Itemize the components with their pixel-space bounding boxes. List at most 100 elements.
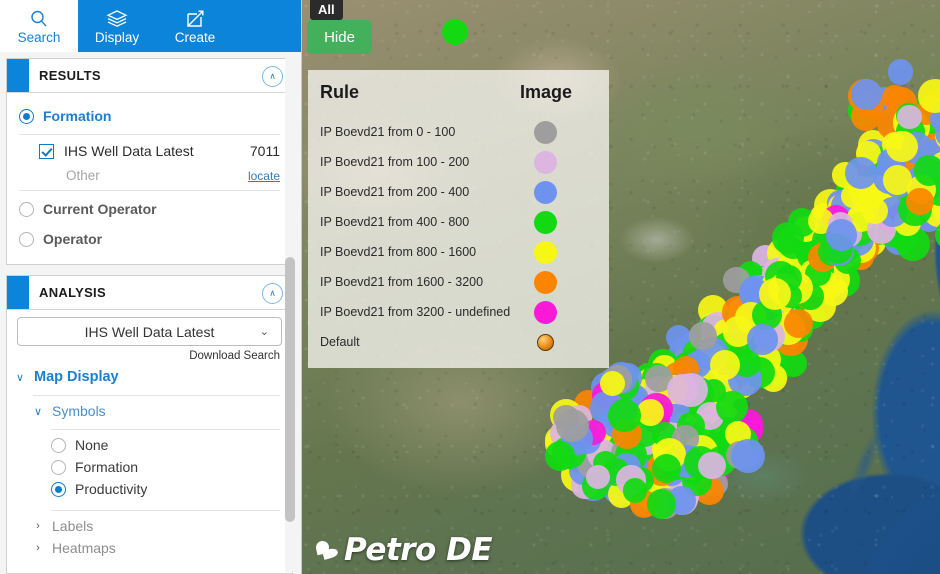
well-symbol[interactable] [861,198,888,225]
legend-image-cell [525,270,565,294]
well-symbol[interactable] [771,222,804,255]
well-symbol[interactable] [646,489,677,519]
symbols-bottom-divider [51,510,280,511]
radio-current-operator[interactable] [19,201,34,217]
sidebar-scrollbar-thumb[interactable] [285,257,295,522]
radio-symbol-none[interactable] [51,437,66,453]
locate-link[interactable]: locate [248,169,280,183]
legend-rule-text: IP Boevd21 from 800 - 1600 [320,245,477,259]
symbol-option-formation[interactable]: Formation [7,456,292,478]
well-symbol[interactable] [622,478,648,503]
legend-image-cell [525,333,565,351]
analysis-collapse-button[interactable]: ∧ [262,283,283,304]
well-symbol[interactable] [637,399,664,426]
legend-rule-text: IP Boevd21 from 3200 - undefined [320,305,511,319]
well-symbol[interactable] [758,277,792,310]
tree-symbols[interactable]: ∨ Symbols [7,399,292,423]
well-symbol[interactable] [747,324,778,355]
symbol-option-productivity-label: Productivity [75,481,148,497]
analysis-card-header: ANALYSIS ∧ [7,276,292,310]
download-search-link[interactable]: Download Search [7,346,292,362]
well-symbol[interactable] [608,399,641,432]
well-symbol[interactable] [544,440,575,471]
dataset-checkbox[interactable] [39,143,54,159]
well-symbol[interactable] [442,19,468,45]
map-display-divider [33,395,280,396]
legend-row: IP Boevd21 from 400 - 800 [320,207,593,237]
well-symbol[interactable] [666,373,698,405]
results-card-header: RESULTS ∧ [7,59,292,93]
legend-rule-text: Default [320,335,360,349]
well-symbol[interactable] [698,451,726,480]
well-symbol[interactable] [913,154,940,186]
legend-image-cell [525,210,565,234]
legend-swatch-icon [536,333,554,351]
sidebar-scrollbar-track[interactable] [285,52,299,572]
nav-search-label: Search [17,29,61,45]
well-symbol[interactable] [882,164,913,195]
legend-rows: IP Boevd21 from 0 - 100 IP Boevd21 from 1… [320,117,593,357]
legend-rule-text: IP Boevd21 from 0 - 100 [320,125,456,139]
map-canvas[interactable]: Rule Image IP Boevd21 from 0 - 100 IP Boe… [302,0,940,574]
symbol-option-productivity[interactable]: Productivity [7,478,292,500]
tree-heatmaps[interactable]: › Heatmaps [7,537,292,559]
legend-row: IP Boevd21 from 1600 - 3200 [320,267,593,297]
results-collapse-button[interactable]: ∧ [262,66,283,87]
radio-formation[interactable] [19,108,34,124]
well-symbol[interactable] [887,59,914,85]
legend-rule-text: IP Boevd21 from 400 - 800 [320,215,470,229]
legend-swatch-icon [533,120,557,144]
analysis-dataset-value: IHS Well Data Latest [84,323,215,340]
radio-symbol-formation[interactable] [51,459,66,475]
dataset-other-label: Other [66,168,100,183]
well-symbol[interactable] [730,438,765,473]
well-symbol[interactable] [689,322,717,350]
tree-map-display[interactable]: ∨ Map Display [7,362,292,390]
tree-map-display-label: Map Display [34,369,119,385]
nav-create-label: Create [174,29,216,45]
legend-image-cell [525,300,565,324]
results-title: RESULTS [39,68,101,83]
dataset-count: 7011 [249,143,280,159]
well-symbol[interactable] [783,308,814,339]
legend-image-cell [525,120,565,144]
all-layers-tab[interactable]: All [310,0,343,20]
analysis-accent-tag [7,276,29,309]
well-symbol[interactable] [599,370,625,396]
dataset-row[interactable]: IHS Well Data Latest 7011 [19,138,280,164]
nav-search[interactable]: Search [0,0,78,52]
well-symbol[interactable] [715,390,748,424]
well-symbol[interactable] [825,219,857,251]
analysis-title: ANALYSIS [39,285,106,300]
symbol-option-none[interactable]: None [7,434,292,456]
radio-operator[interactable] [19,231,34,247]
results-group-formation[interactable]: Formation [19,101,280,131]
petrode-logo: Petro DE [314,532,493,568]
results-divider-2 [19,190,280,191]
petrode-wordmark: Petro DE [344,532,493,568]
well-symbol[interactable] [897,104,922,130]
well-symbol[interactable] [845,157,877,189]
legend-image-cell [525,150,565,174]
top-navigation: Search Display Create [0,0,301,52]
results-group-operator[interactable]: Operator [19,224,280,254]
chevron-down-icon: ∨ [15,371,25,384]
well-symbol[interactable] [885,130,918,163]
legend-row: IP Boevd21 from 100 - 200 [320,147,593,177]
chevron-down-icon: ∨ [33,405,43,418]
well-symbol[interactable] [905,187,934,216]
hide-button[interactable]: Hide [307,20,372,54]
well-symbol[interactable] [585,464,611,490]
legend-swatch-icon [533,240,557,264]
radio-symbol-productivity[interactable] [51,481,66,497]
nav-create[interactable]: Create [156,0,234,52]
results-group-current-operator[interactable]: Current Operator [19,194,280,224]
symbol-option-formation-label: Formation [75,459,139,475]
nav-display[interactable]: Display [78,0,156,52]
analysis-dataset-select[interactable]: IHS Well Data Latest ⌄ [17,317,282,346]
tree-labels[interactable]: › Labels [7,515,292,537]
legend-row: Default [320,327,593,357]
symbol-option-none-label: None [75,437,109,453]
dataset-name: IHS Well Data Latest [64,143,194,159]
legend-row: IP Boevd21 from 800 - 1600 [320,237,593,267]
